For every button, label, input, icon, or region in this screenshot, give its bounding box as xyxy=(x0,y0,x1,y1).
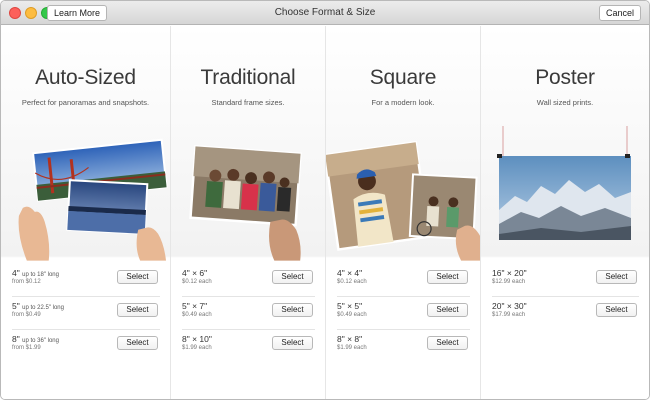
option-price: from $0.49 xyxy=(12,312,41,318)
cancel-button[interactable]: Cancel xyxy=(598,5,641,21)
option-row: 5" up to 22.5" long from $0.49 Select xyxy=(12,297,160,330)
options-list: 4" up to 18" long from $0.12 Select 5" u… xyxy=(1,264,170,363)
select-button[interactable]: Select xyxy=(427,303,468,317)
option-row: 20" × 30" $17.99 each Select xyxy=(492,297,639,330)
option-size: 5" xyxy=(12,301,20,311)
option-price: $12.99 each xyxy=(492,279,526,285)
option-size: 8" × 8" xyxy=(337,334,363,344)
column-title: Square xyxy=(369,66,437,89)
format-columns: Auto-Sized Perfect for panoramas and sna… xyxy=(1,26,649,399)
traditional-prints-illustration xyxy=(189,145,302,261)
column-traditional: Traditional Standard frame sizes. 4" × 6… xyxy=(171,26,326,399)
option-size: 20" × 30" xyxy=(492,301,527,311)
column-square: Square For a modern look. 4" × 4" $0.12 … xyxy=(326,26,481,399)
option-size: 4" × 4" xyxy=(337,268,363,278)
column-poster: Poster Wall sized prints. 16" × 20" $12.… xyxy=(481,26,649,399)
window-title: Choose Format & Size xyxy=(274,7,376,18)
column-title: Poster xyxy=(535,66,595,89)
column-title: Auto-Sized xyxy=(35,66,136,89)
options-list: 4" × 6" $0.12 each Select 5" × 7" $0.49 … xyxy=(171,264,325,363)
option-size: 5" × 7" xyxy=(182,301,208,311)
option-size: 16" × 20" xyxy=(492,268,527,278)
column-subtitle: Wall sized prints. xyxy=(536,98,594,107)
option-row: 8" × 10" $1.99 each Select xyxy=(182,330,315,363)
option-price: $0.49 each xyxy=(182,312,212,318)
column-auto-sized: Auto-Sized Perfect for panoramas and sna… xyxy=(1,26,171,399)
select-button[interactable]: Select xyxy=(596,270,637,284)
select-button[interactable]: Select xyxy=(117,336,158,350)
option-price: from $1.99 xyxy=(12,345,41,351)
format-size-window: Learn More Choose Format & Size Cancel A… xyxy=(0,0,650,400)
option-size: 8" × 10" xyxy=(182,334,212,344)
option-row: 4" × 4" $0.12 each Select xyxy=(337,264,470,297)
option-row: 5" × 5" $0.49 each Select xyxy=(337,297,470,330)
select-button[interactable]: Select xyxy=(272,303,313,317)
column-title: Traditional xyxy=(200,66,296,89)
option-size: 4" xyxy=(12,268,20,278)
option-price: from $0.12 xyxy=(12,279,41,285)
option-size-note: up to 36" long xyxy=(22,338,59,344)
option-price: $0.12 each xyxy=(337,279,367,285)
title-bar: Learn More Choose Format & Size Cancel xyxy=(1,1,649,25)
select-button[interactable]: Select xyxy=(427,336,468,350)
option-row: 8" up to 36" long from $1.99 Select xyxy=(12,330,160,363)
panorama-prints-illustration xyxy=(18,138,168,261)
option-price: $1.99 each xyxy=(182,345,212,351)
select-button[interactable]: Select xyxy=(117,270,158,284)
option-price: $0.49 each xyxy=(337,312,367,318)
option-row: 4" up to 18" long from $0.12 Select xyxy=(12,264,160,297)
square-prints-illustration xyxy=(326,140,480,261)
select-button[interactable]: Select xyxy=(427,270,468,284)
option-price: $1.99 each xyxy=(337,345,367,351)
select-button[interactable]: Select xyxy=(272,336,313,350)
option-price: $17.99 each xyxy=(492,312,526,318)
select-button[interactable]: Select xyxy=(272,270,313,284)
options-list: 16" × 20" $12.99 each Select 20" × 30" $… xyxy=(481,264,649,330)
option-price: $0.12 each xyxy=(182,279,212,285)
column-subtitle: For a modern look. xyxy=(371,98,435,107)
option-row: 8" × 8" $1.99 each Select xyxy=(337,330,470,363)
option-row: 4" × 6" $0.12 each Select xyxy=(182,264,315,297)
option-size: 8" xyxy=(12,334,20,344)
options-list: 4" × 4" $0.12 each Select 5" × 5" $0.49 … xyxy=(326,264,480,363)
option-size: 4" × 6" xyxy=(182,268,208,278)
column-subtitle: Perfect for panoramas and snapshots. xyxy=(21,98,150,107)
option-size-note: up to 18" long xyxy=(22,272,59,278)
option-size-note: up to 22.5" long xyxy=(22,305,64,311)
column-subtitle: Standard frame sizes. xyxy=(211,98,285,107)
option-row: 5" × 7" $0.49 each Select xyxy=(182,297,315,330)
select-button[interactable]: Select xyxy=(117,303,158,317)
option-size: 5" × 5" xyxy=(337,301,363,311)
option-row: 16" × 20" $12.99 each Select xyxy=(492,264,639,297)
poster-print-illustration xyxy=(497,126,631,240)
select-button[interactable]: Select xyxy=(596,303,637,317)
